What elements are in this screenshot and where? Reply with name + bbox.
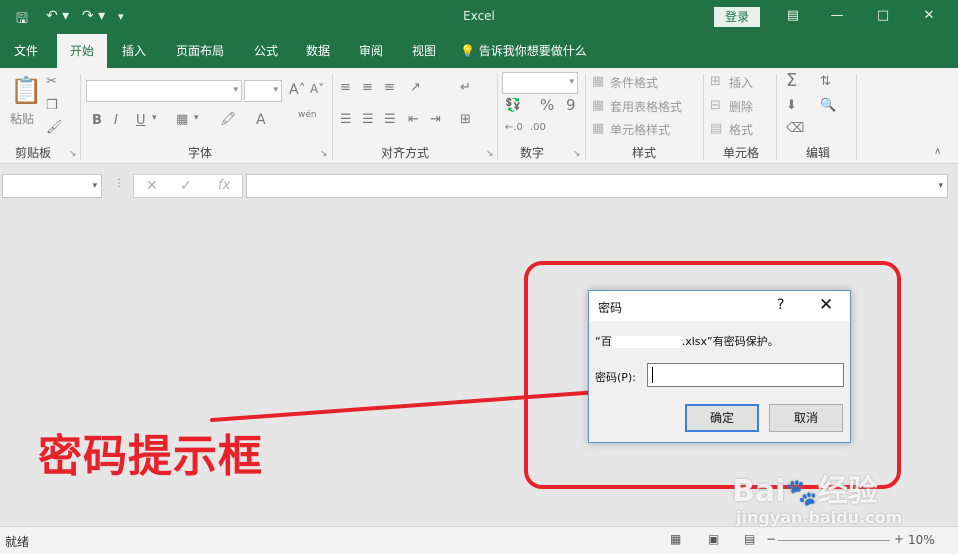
password-label: 密码(P): — [595, 371, 636, 384]
protection-message: “百 .xlsx”有密码保护。 — [595, 333, 779, 349]
password-dialog: 密码 ? ✕ “百 .xlsx”有密码保护。 密码(P): 确定 取消 — [588, 290, 851, 443]
status-bar: 就绪 ▦ ▣ ▤ − + 10% — [0, 526, 958, 554]
annotation-label: 密码提示框 — [38, 431, 263, 482]
status-text: 就绪 — [5, 535, 30, 549]
close-icon[interactable]: ✕ — [819, 295, 833, 315]
normal-view-icon[interactable]: ▦ — [670, 532, 681, 546]
password-input[interactable] — [647, 363, 844, 387]
zoom-level[interactable]: 10% — [908, 533, 935, 547]
help-button[interactable]: ? — [777, 297, 784, 313]
text-caret — [652, 367, 653, 383]
watermark-brand-suffix: 经验 — [817, 474, 878, 509]
zoom-in-icon[interactable]: + — [894, 532, 904, 546]
watermark-logo: Bai🐾经验 — [732, 466, 878, 510]
dialog-title: 密码 — [598, 301, 623, 315]
watermark-url: jingyan.baidu.com — [736, 508, 903, 527]
page-break-preview-icon[interactable]: ▤ — [744, 532, 755, 546]
message-prefix: “百 — [595, 335, 612, 348]
dialog-title-bar: 密码 ? ✕ — [589, 291, 850, 321]
zoom-out-icon[interactable]: − — [766, 532, 776, 546]
cancel-button[interactable]: 取消 — [769, 404, 843, 432]
paw-icon: 🐾 — [785, 478, 818, 508]
watermark-brand: Bai — [732, 474, 786, 509]
ok-button[interactable]: 确定 — [685, 404, 759, 432]
page-layout-view-icon[interactable]: ▣ — [708, 532, 719, 546]
redacted-filename — [611, 336, 682, 348]
message-suffix: .xlsx”有密码保护。 — [681, 335, 779, 348]
zoom-slider[interactable] — [778, 540, 890, 541]
